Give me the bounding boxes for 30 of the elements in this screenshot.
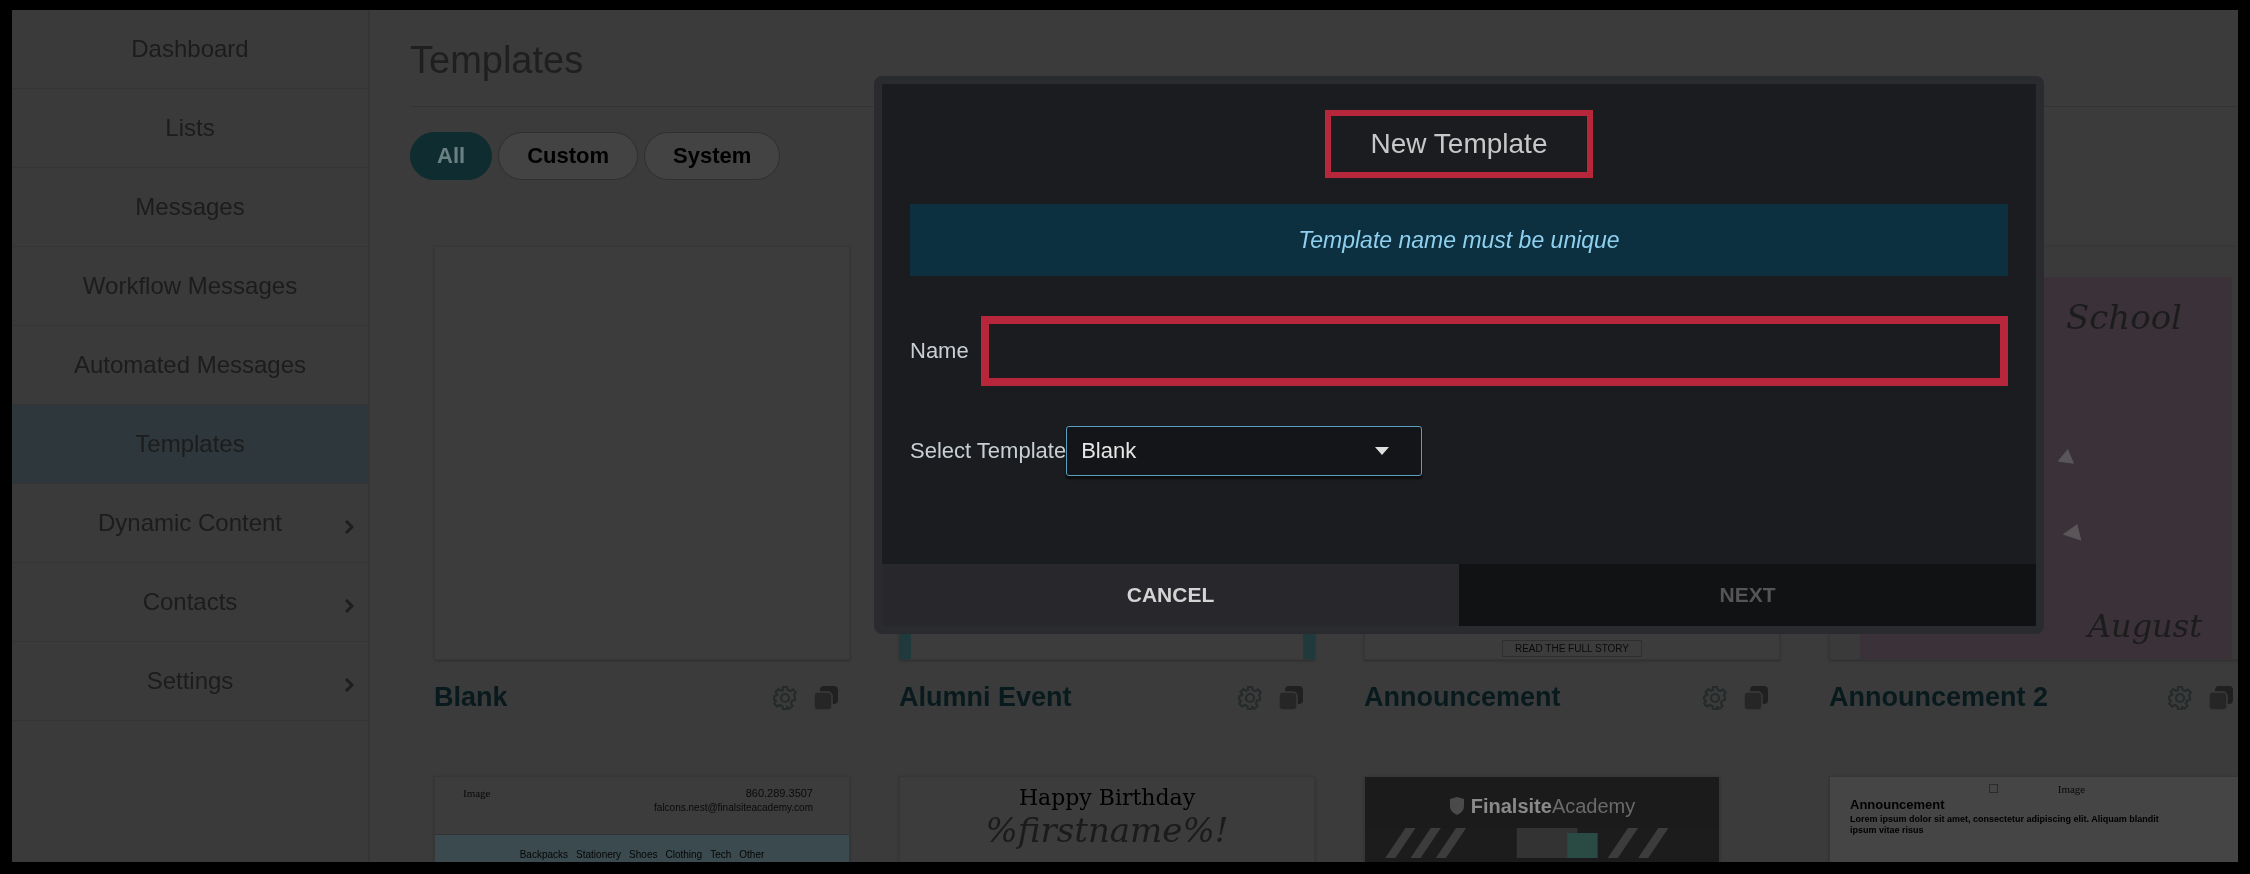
nav-link: Stationery (576, 849, 622, 861)
thumbnail-heading: Announcement (1850, 796, 1946, 812)
notice-text: Template name must be unique (1298, 226, 1620, 254)
template-thumbnail[interactable]: FinalsiteAcademy (1364, 775, 1720, 862)
caret-icon (1375, 447, 1390, 455)
copy-icon[interactable] (1277, 683, 1305, 712)
field-label: Select Template (910, 438, 1067, 464)
nav-link: Other (739, 849, 765, 861)
copy-icon[interactable] (1742, 683, 1770, 712)
brand-name: FinalsiteAcademy (1470, 794, 1636, 818)
nav-link: Clothing (665, 849, 703, 861)
dialog-title: New Template (1324, 110, 1594, 178)
nav-link: Shoes (629, 849, 658, 861)
broken-image-icon (1988, 784, 1998, 794)
thumbnail-text: Lorem ipsum dolor sit amet, consectetur adipiscing elit. Aliquam blandit ipsum vitae risus (1850, 813, 2160, 837)
filter-tab[interactable]: System (644, 131, 781, 180)
template-dropdown[interactable]: Blank (1066, 426, 1423, 476)
thumbnail-heading: Happy Birthday (1018, 784, 1196, 810)
shield-icon (1448, 797, 1465, 816)
image-placeholder: Image (2057, 782, 2086, 795)
nav-link: Backpacks (519, 849, 569, 861)
cancel-button[interactable]: CANCEL (882, 564, 1459, 626)
copy-icon[interactable] (2207, 683, 2235, 712)
filter-tab[interactable]: All (410, 131, 493, 180)
nav-link: Tech (710, 849, 732, 861)
template-thumbnail[interactable]: Image Announcement Lorem ipsum dolor sit amet, consectetur adipiscing elit. Aliquam blandit ipsum vitae risus (1829, 775, 2238, 862)
filter-tab[interactable]: Custom (498, 131, 638, 180)
copy-icon[interactable] (812, 683, 840, 712)
field-label: Name (910, 338, 969, 364)
name-input-field[interactable] (980, 316, 2008, 386)
